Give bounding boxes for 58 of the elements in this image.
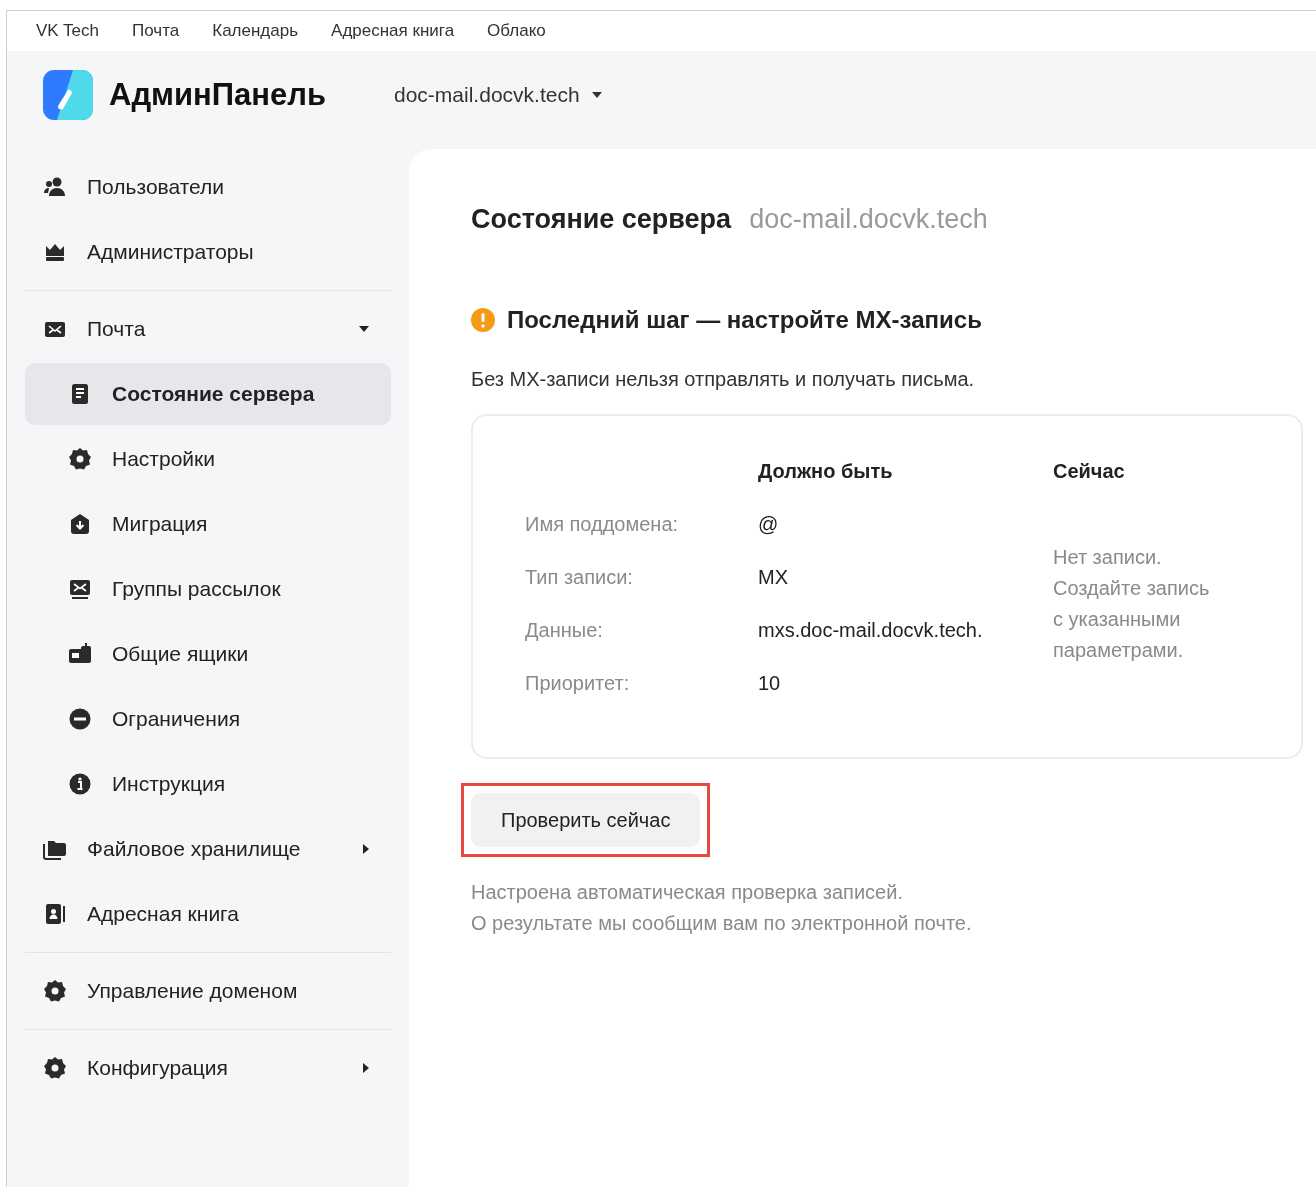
caret-icon xyxy=(363,844,369,854)
field-label: Приоритет: xyxy=(525,670,631,696)
field-label: Данные: xyxy=(525,617,604,643)
sidebar-item[interactable]: Почта xyxy=(25,298,391,360)
footnote-text: О результате мы сообщим вам по электронной почте. xyxy=(471,910,973,936)
top-nav-link[interactable]: VK Tech xyxy=(36,18,99,44)
sidebar-item[interactable]: Файловое хранилище xyxy=(25,818,391,880)
check-now-button[interactable]: Проверить сейчас xyxy=(471,792,701,847)
column-header: Сейчас xyxy=(1053,458,1126,484)
domain-dropdown[interactable]: doc-mail.docvk.tech xyxy=(394,79,602,111)
warning-icon xyxy=(471,307,495,332)
caret-icon xyxy=(363,1063,369,1073)
status-text: Создайте запись xyxy=(1053,575,1211,601)
sidebar-item[interactable]: Ограничения xyxy=(25,688,391,750)
top-nav-link[interactable]: Календарь xyxy=(212,18,299,44)
field-value: 10 xyxy=(758,670,782,696)
contact-book-icon xyxy=(43,902,67,926)
footnote-text: Настроена автоматическая проверка записей. xyxy=(471,879,904,905)
caret-icon xyxy=(591,92,602,98)
gear-icon xyxy=(68,447,92,471)
sidebar-item[interactable]: Управление доменом xyxy=(25,960,391,1022)
field-value: @ xyxy=(758,511,780,537)
domain-subtitle: doc-mail.docvk.tech xyxy=(749,203,988,236)
field-value: mxs.doc-mail.docvk.tech. xyxy=(758,617,984,643)
block-icon xyxy=(68,707,92,731)
field-label: Тип записи: xyxy=(525,564,634,590)
sidebar-item[interactable]: Пользователи xyxy=(25,156,391,218)
users-icon xyxy=(43,175,67,199)
sidebar-item[interactable]: Конфигурация xyxy=(25,1037,391,1099)
mailing-list-icon xyxy=(68,577,92,601)
warning-heading: Последний шаг — настройте MX-запись xyxy=(507,304,982,335)
sidebar-item[interactable]: Миграция xyxy=(25,493,391,555)
sidebar-item[interactable]: Состояние сервера xyxy=(25,363,391,425)
sidebar-item[interactable]: Администраторы xyxy=(25,221,391,283)
page-title: Состояние сервера xyxy=(471,203,732,236)
status-text: параметрами. xyxy=(1053,637,1185,663)
caret-icon xyxy=(359,326,369,332)
sidebar-item[interactable]: Инструкция xyxy=(25,753,391,815)
info-icon xyxy=(68,772,92,796)
sidebar-item[interactable]: Общие ящики xyxy=(25,623,391,685)
gear-icon xyxy=(43,1056,67,1080)
shared-mailbox-icon xyxy=(68,642,92,666)
app-logo-icon xyxy=(43,70,93,120)
field-value: MX xyxy=(758,564,789,590)
top-nav-link[interactable]: Почта xyxy=(132,18,180,44)
top-nav-link[interactable]: Адресная книга xyxy=(331,18,455,44)
sidebar-item[interactable]: Адресная книга xyxy=(25,883,391,945)
warning-text: Без MX-записи нельзя отправлять и получать письма. xyxy=(471,366,976,392)
sidebar-item[interactable]: Настройки xyxy=(25,428,391,490)
app-title: АдминПанель xyxy=(109,75,326,114)
sidebar-item[interactable]: Группы рассылок xyxy=(25,558,391,620)
status-text: с указанными xyxy=(1053,606,1182,632)
gear-icon xyxy=(43,979,67,1003)
field-label: Имя поддомена: xyxy=(525,511,680,537)
column-header: Должно быть xyxy=(758,458,894,484)
top-nav-link[interactable]: Облако xyxy=(487,18,546,44)
status-text: Нет записи. xyxy=(1053,544,1163,570)
download-icon xyxy=(68,512,92,536)
